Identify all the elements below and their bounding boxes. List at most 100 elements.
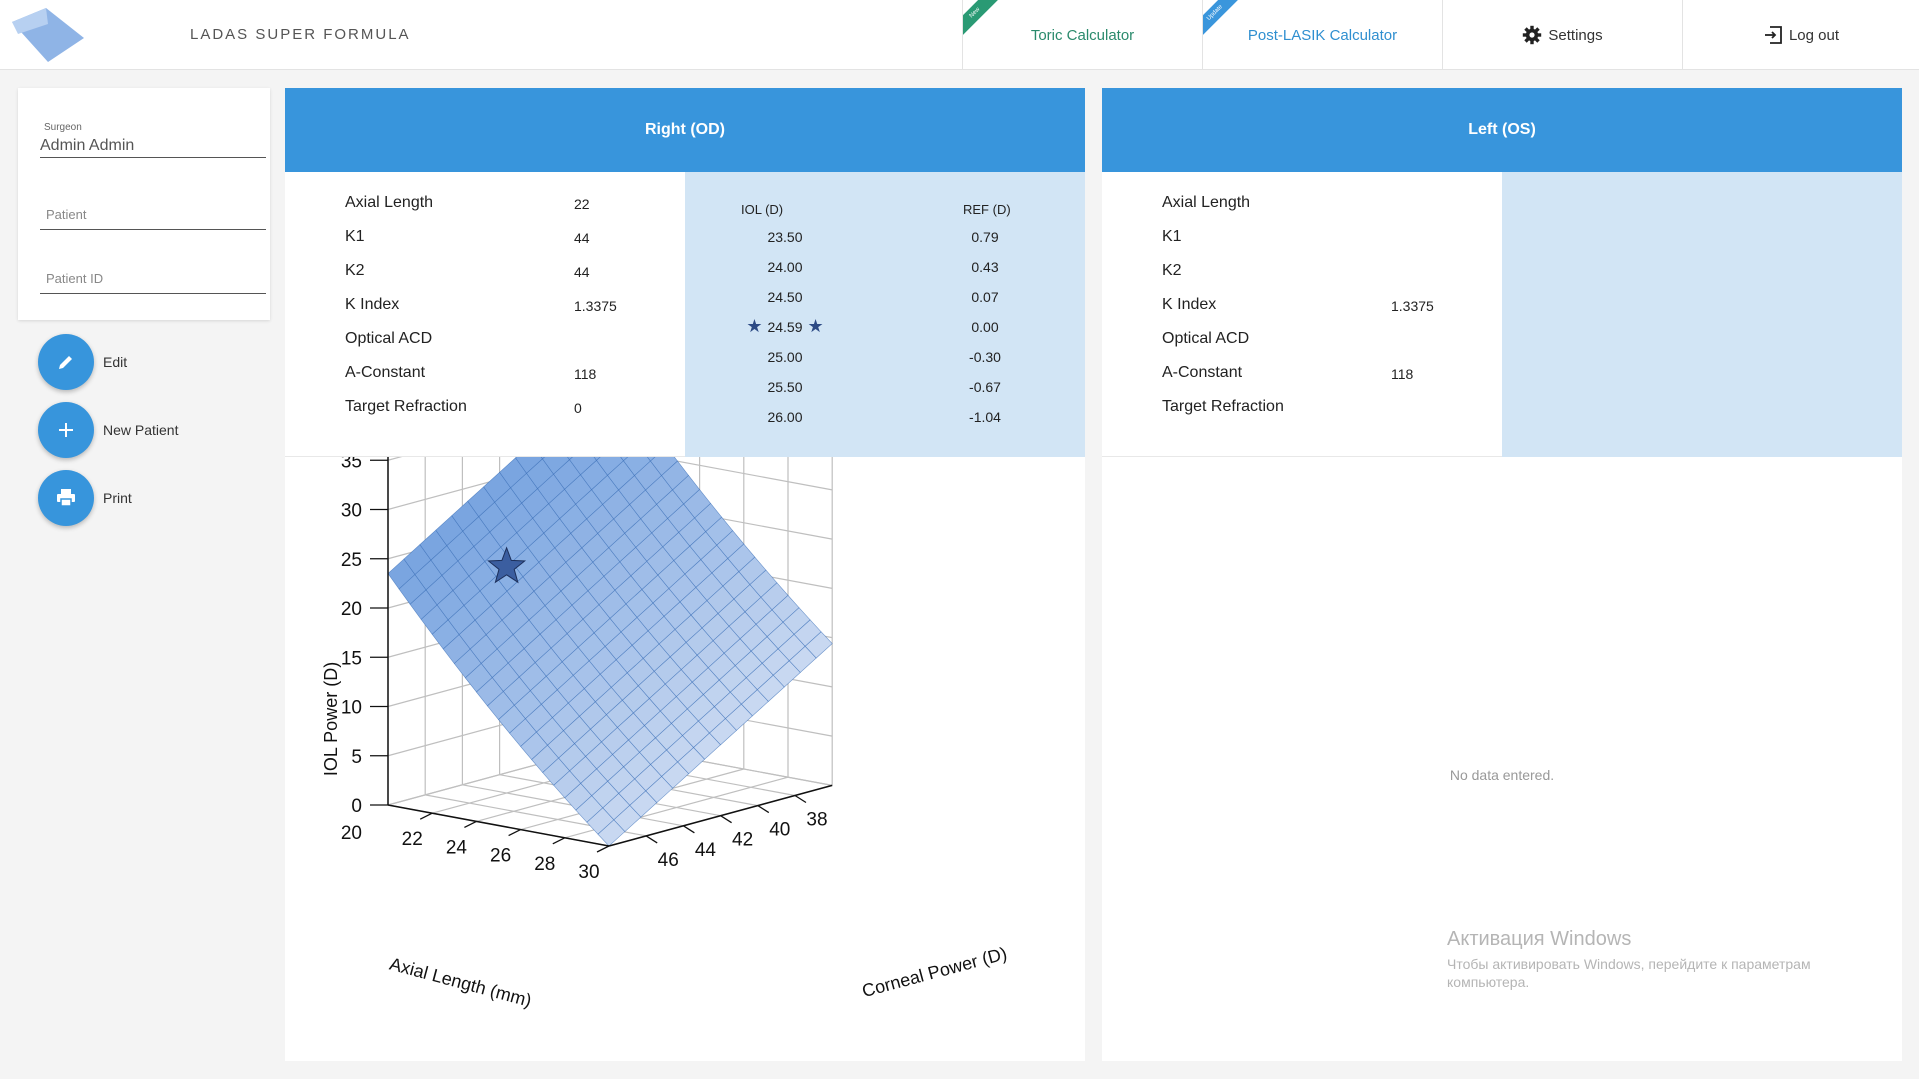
param-label: A-Constant [1162,364,1243,381]
update-ribbon: Update [1203,0,1239,37]
patient-id-field[interactable]: Patient ID [40,270,266,294]
z-tick-label: 30 [341,501,362,522]
iol-value: 25.50 [767,379,803,395]
z-tick-label: 0 [351,796,362,817]
x-tick-label: 22 [402,829,423,850]
y-tick-label: 38 [806,810,827,831]
x-tick-label: 28 [534,854,555,875]
left-results-area [1502,172,1902,457]
iol-column-header: IOL (D) [741,202,784,217]
z-tick-label: 5 [351,747,362,768]
param-value[interactable]: 1.3375 [574,298,617,314]
nav-settings-label: Settings [1548,26,1603,44]
pencil-icon [59,356,72,369]
nav-post-lasik-calculator[interactable]: Update Post-LASIK Calculator [1202,0,1442,70]
x-tick-label: 26 [490,846,511,867]
right-eye-body: Axial Length 22 K1 44 K2 44 K Index 1.3375 Optic… [285,172,1085,457]
left-eye-header: Left (OS) [1102,88,1902,172]
param-label: Optical ACD [345,330,433,347]
iol-target-value: ★ 24.59 ★ [715,316,855,337]
watermark-subtitle: Чтобы активировать Windows, перейдите к … [1447,956,1811,990]
edit-button[interactable] [38,334,94,390]
x-axis-label: Axial Length (mm) [387,954,533,1011]
surgeon-label: Surgeon [44,122,82,133]
surgeon-field[interactable]: Surgeon Admin Admin [40,122,266,158]
iol-target-text: 24.59 [767,319,803,335]
app-title: LADAS SUPER FORMULA [190,26,411,43]
watermark-title: Активация Windows [1447,928,1632,950]
x-tick-label: 30 [578,862,599,883]
patient-name-field[interactable]: Patient [40,206,266,230]
star-icon: ★ [802,316,824,336]
star-icon: ★ [746,316,768,336]
param-value[interactable]: 1.3375 [1391,298,1434,314]
x-tick-label: 24 [446,837,468,858]
nav-settings[interactable]: Settings [1442,0,1682,70]
y-tick-label: 46 [658,850,679,871]
iol-value: 23.50 [767,229,803,245]
nav-logout-label: Log out [1788,26,1840,44]
param-label: Target Refraction [1162,398,1284,415]
param-label: K2 [345,262,365,279]
left-eye-body: Axial Length K1 K2 K Index 1.3375 Optical ACD… [1102,172,1902,457]
nav-toric-label: Toric Calculator [1030,26,1135,44]
param-label: Target Refraction [345,398,467,415]
param-value[interactable]: 118 [1391,366,1413,382]
param-value[interactable]: 0 [574,400,582,416]
plus-icon [59,423,73,437]
surgeon-value: Admin Admin [40,137,135,154]
edit-label: Edit [103,354,128,370]
x-tick [552,837,566,845]
right-eye-header: Right (OD) [285,88,1085,172]
printer-icon [57,489,75,507]
app-logo[interactable] [8,4,88,64]
z-tick-label: 20 [341,599,362,620]
param-label: K Index [345,296,400,313]
param-value[interactable]: 44 [574,264,590,280]
y-tick-label: 40 [769,820,790,841]
x-tick [508,829,521,837]
no-data-message: No data entered. [1449,767,1555,783]
nav-toric-calculator[interactable]: New Toric Calculator [962,0,1202,70]
param-value[interactable]: 44 [574,230,590,246]
new-ribbon: New [963,0,999,37]
iol-surface-chart: 0 5 10 15 20 25 30 35 20 22 24 26 28 30 38 40 42 44 46 IOL … [285,301,1085,1061]
ref-value: 0.79 [971,229,999,245]
iol-value: 26.00 [767,409,803,425]
z-tick-label: 15 [341,648,362,669]
param-label: K Index [1162,296,1217,313]
ref-value: 0.43 [971,259,999,275]
param-label: Axial Length [1162,194,1251,211]
y-tick-label: 44 [695,840,717,861]
gear-icon [1522,25,1542,45]
new-patient-button[interactable] [38,402,94,458]
nav-logout[interactable]: Log out [1682,0,1919,70]
param-label: Axial Length [345,194,434,211]
iol-value: 24.00 [767,259,803,275]
param-value[interactable]: 118 [574,366,596,382]
z-tick-label: 35 [341,457,362,472]
edit-action[interactable]: Edit [38,334,127,390]
print-button[interactable] [38,470,94,526]
y-tick-label: 42 [732,830,753,851]
top-header: LADAS SUPER FORMULA New Toric Calculator… [0,0,1919,70]
param-label: A-Constant [345,364,426,381]
patient-info-card: Surgeon Admin Admin Patient Patient ID [18,88,270,320]
nav-lasik-label: Post-LASIK Calculator [1247,26,1398,44]
patient-name-placeholder: Patient [46,207,87,222]
ref-value: -0.67 [969,379,1001,395]
y-tick [757,805,770,814]
param-label: K1 [345,228,365,245]
x-tick [419,812,433,820]
y-tick [794,794,807,804]
y-tick [720,815,732,824]
iol-value: 24.50 [767,289,803,305]
logout-icon [1763,25,1783,45]
right-eye-panel: Right (OD) Axial Length 22 K1 44 K2 44 K Index… [285,88,1085,1061]
new-patient-action[interactable]: New Patient [38,402,178,458]
iol-value: 25.00 [767,349,803,365]
z-axis-label: IOL Power (D) [321,662,341,776]
param-value[interactable]: 22 [574,196,590,212]
print-action[interactable]: Print [38,470,132,526]
y-tick [683,825,695,834]
